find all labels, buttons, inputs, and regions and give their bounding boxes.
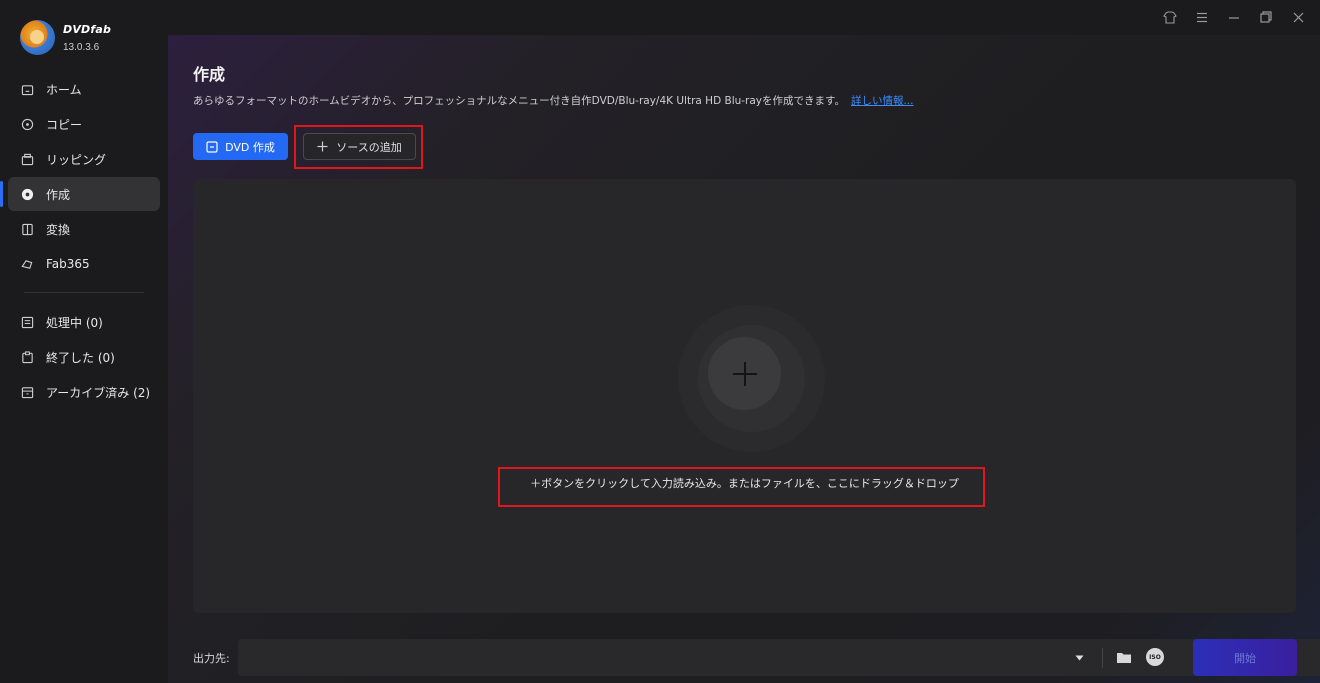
finished-icon [20, 350, 34, 364]
brand: DVDfab 13.0.3.6 [20, 20, 111, 55]
app-window: DVDfab 13.0.3.6 ホーム コピー リッピング 作成 変換 Fab3… [0, 0, 1320, 683]
dvdfab-logo [20, 20, 55, 55]
menu-icon[interactable] [1192, 8, 1212, 26]
sidebar-item-home[interactable]: ホーム [8, 72, 160, 106]
converter-icon [20, 222, 34, 236]
sidebar-item-label: リッピング [46, 152, 107, 167]
title-bar [168, 0, 1320, 35]
page-title: 作成 [193, 65, 226, 84]
sidebar-item-label: アーカイブ済み (2) [46, 385, 151, 400]
sidebar-item-ripper[interactable]: リッピング [8, 142, 160, 176]
shirt-icon[interactable] [1160, 8, 1180, 26]
plus-icon [732, 361, 757, 386]
more-info-link[interactable]: 詳しい情報... [851, 95, 914, 107]
mode-icon [206, 140, 218, 153]
drop-zone[interactable]: ＋ボタンをクリックして入力読み込み。またはファイルを、ここにドラッグ＆ドロップ [193, 179, 1296, 613]
mode-button-label: DVD 作成 [225, 140, 275, 154]
dropdown-arrow-icon [1075, 655, 1084, 660]
sidebar-item-label: 作成 [46, 187, 71, 202]
dvd-creator-mode-button[interactable]: DVD 作成 [193, 133, 288, 160]
sidebar-divider [24, 292, 144, 293]
page-description: あらゆるフォーマットのホームビデオから、プロフェッショナルなメニュー付き自作DV… [193, 93, 913, 108]
add-file-button[interactable] [708, 337, 781, 410]
sidebar-item-converter[interactable]: 変換 [8, 212, 160, 246]
sidebar-item-archive[interactable]: アーカイブ済み (2) [8, 375, 160, 409]
sidebar: DVDfab 13.0.3.6 ホーム コピー リッピング 作成 変換 Fab3… [0, 0, 168, 683]
start-button[interactable]: 開始 [1193, 639, 1297, 676]
window-controls [1160, 8, 1308, 26]
highlight-box-add-source [294, 125, 423, 169]
processing-icon [20, 315, 34, 329]
queue-nav: 処理中 (0) 終了した (0) アーカイブ済み (2) [0, 305, 168, 410]
close-icon[interactable] [1288, 8, 1308, 26]
sidebar-item-label: 終了した (0) [46, 350, 115, 365]
sidebar-item-label: 変換 [46, 222, 71, 237]
restore-icon[interactable] [1256, 8, 1276, 26]
sidebar-item-label: ホーム [46, 82, 82, 97]
iso-icon[interactable]: ISO [1146, 648, 1164, 666]
main-panel: 作成 あらゆるフォーマットのホームビデオから、プロフェッショナルなメニュー付き自… [168, 35, 1320, 683]
output-path-select[interactable] [238, 639, 1092, 676]
fab365-icon [20, 257, 34, 271]
copy-icon [20, 117, 34, 131]
sidebar-item-fab365[interactable]: Fab365 [8, 247, 160, 281]
sidebar-item-processing[interactable]: 処理中 (0) [8, 305, 160, 339]
sidebar-item-copy[interactable]: コピー [8, 107, 160, 141]
creator-icon [20, 187, 34, 201]
sidebar-item-label: 処理中 (0) [46, 315, 103, 330]
sidebar-item-creator[interactable]: 作成 [0, 177, 160, 211]
app-version: 13.0.3.6 [63, 41, 100, 53]
output-separator [1102, 648, 1103, 668]
sidebar-nav: ホーム コピー リッピング 作成 変換 Fab365 [0, 72, 168, 282]
folder-icon[interactable] [1115, 649, 1133, 665]
minimize-icon[interactable] [1224, 8, 1244, 26]
sidebar-item-label: コピー [46, 117, 83, 132]
highlight-box-drop-hint [498, 467, 985, 507]
app-name: DVDfab [63, 22, 112, 36]
output-label: 出力先: [193, 652, 230, 665]
sidebar-item-label: Fab365 [46, 257, 90, 271]
description-text: あらゆるフォーマットのホームビデオから、プロフェッショナルなメニュー付き自作DV… [193, 95, 845, 107]
archive-icon [20, 385, 34, 399]
sidebar-item-finished[interactable]: 終了した (0) [8, 340, 160, 374]
home-icon [20, 82, 34, 96]
ripper-icon [20, 152, 34, 166]
